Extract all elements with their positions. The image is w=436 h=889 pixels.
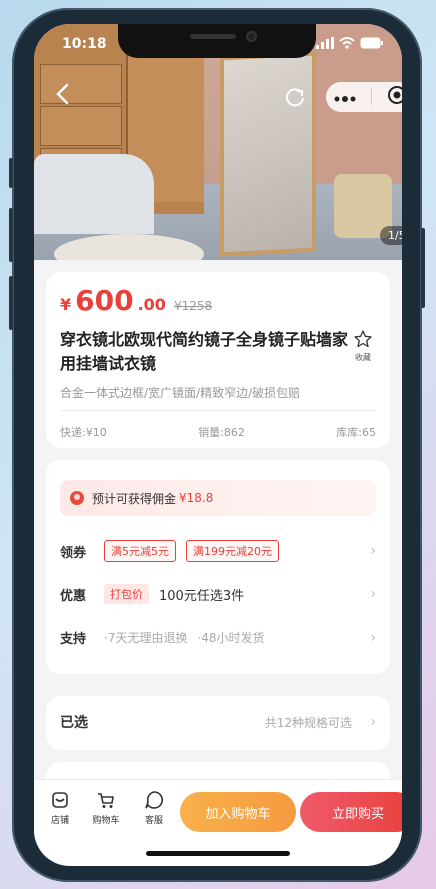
chevron-right-icon: › bbox=[370, 543, 376, 559]
promotions-card: 预计可获得佣金 ¥18.8 领券 满5元减5元 满199元减20元 › 优惠 打… bbox=[46, 460, 390, 674]
favorite-label: 收藏 bbox=[355, 353, 371, 362]
volume-up-button bbox=[9, 208, 13, 262]
drawer bbox=[40, 106, 122, 146]
star-icon bbox=[354, 330, 372, 348]
product-subtitle: 合金一体式边框/宽广镜面/精致窄边/破损包赔 bbox=[60, 386, 301, 400]
signal-icon bbox=[316, 37, 334, 49]
refresh-icon bbox=[286, 88, 304, 107]
coupon-tag[interactable]: 满199元减20元 bbox=[186, 540, 279, 562]
volume-down-button bbox=[9, 276, 13, 330]
front-camera bbox=[246, 31, 257, 42]
target-icon bbox=[387, 86, 402, 104]
selected-row[interactable]: 已选 共12种规格可选 › bbox=[60, 712, 376, 732]
coupon-tag[interactable]: 满5元减5元 bbox=[104, 540, 176, 562]
product-stats: 快递:¥10 销量:862 库库:65 bbox=[60, 424, 376, 440]
screen: 10:18 1/5 ¥ 600 .00 ¥1258 穿衣镜北欧现代简约镜子全身镜… bbox=[34, 24, 402, 866]
close-mini-program-button[interactable] bbox=[387, 85, 402, 109]
status-time: 10:18 bbox=[62, 36, 107, 52]
mini-program-capsule bbox=[326, 82, 402, 112]
price-integer: 600 bbox=[75, 284, 134, 317]
discount-tag: 打包价 bbox=[104, 584, 149, 604]
shop-label: 店铺 bbox=[50, 816, 69, 826]
commission-banner: 预计可获得佣金 ¥18.8 bbox=[60, 480, 376, 516]
chevron-right-icon: › bbox=[370, 629, 376, 646]
shipping-fee: 快递:¥10 bbox=[60, 426, 107, 439]
mirror bbox=[220, 51, 316, 257]
cart-label: 购物车 bbox=[92, 816, 120, 826]
sales-count: 销量:862 bbox=[198, 426, 245, 439]
refresh-button[interactable] bbox=[284, 86, 306, 112]
support-row[interactable]: 支持 ·7天无理由退换 ·48小时发货 › bbox=[60, 628, 376, 648]
more-button[interactable] bbox=[334, 88, 356, 107]
chevron-left-icon bbox=[56, 83, 69, 105]
shop-icon bbox=[52, 792, 68, 808]
spec-hint: 共12种规格可选 bbox=[264, 715, 352, 730]
capsule-divider bbox=[370, 89, 372, 105]
stock-count: 库库:65 bbox=[336, 426, 376, 439]
chevron-right-icon: › bbox=[370, 586, 376, 602]
power-button bbox=[421, 228, 425, 308]
price-symbol: ¥ bbox=[60, 295, 72, 314]
bed bbox=[34, 154, 154, 234]
mute-switch bbox=[9, 158, 13, 188]
cart-icon bbox=[98, 793, 114, 808]
battery-icon bbox=[360, 37, 383, 49]
coupon-label: 领券 bbox=[60, 545, 87, 561]
notch bbox=[118, 24, 316, 58]
discount-row[interactable]: 优惠 打包价 100元任选3件 › bbox=[60, 584, 376, 604]
coin-icon bbox=[70, 491, 84, 505]
discount-text: 100元任选3件 bbox=[159, 588, 245, 604]
product-image[interactable] bbox=[34, 24, 402, 260]
more-dots-icon bbox=[334, 95, 355, 102]
wifi-icon bbox=[339, 37, 355, 49]
original-price: ¥1258 bbox=[173, 299, 213, 313]
image-counter: 1/5 bbox=[380, 226, 402, 245]
product-title: 穿衣镜北欧现代简约镜子全身镜子贴墙家用挂墙试衣镜 bbox=[60, 330, 349, 373]
discount-label: 优惠 bbox=[60, 588, 87, 604]
favorite-button[interactable]: 收藏 bbox=[346, 330, 380, 363]
chevron-right-icon: › bbox=[370, 714, 376, 730]
support-item: ·7天无理由退换 bbox=[104, 631, 188, 645]
support-label: 支持 bbox=[60, 632, 87, 647]
support-item: ·48小时发货 bbox=[197, 631, 265, 645]
commission-text: 预计可获得佣金 bbox=[92, 491, 177, 506]
coupon-row[interactable]: 领券 满5元减5元 满199元减20元 › bbox=[60, 540, 376, 562]
price-decimal: .00 bbox=[137, 295, 166, 314]
service-button[interactable]: 客服 bbox=[134, 790, 174, 826]
service-label: 客服 bbox=[144, 816, 163, 826]
product-info-card: ¥ 600 .00 ¥1258 穿衣镜北欧现代简约镜子全身镜子贴墙家用挂墙试衣镜… bbox=[46, 272, 390, 448]
status-icons bbox=[316, 37, 384, 49]
shop-button[interactable]: 店铺 bbox=[40, 790, 80, 826]
buy-now-button[interactable]: 立即购买 bbox=[300, 792, 402, 832]
divider bbox=[60, 410, 376, 411]
chat-icon bbox=[145, 791, 163, 809]
spec-select-card[interactable]: 已选 共12种规格可选 › bbox=[46, 696, 390, 750]
back-button[interactable] bbox=[48, 82, 78, 112]
add-to-cart-button[interactable]: 加入购物车 bbox=[180, 792, 296, 832]
cart-button[interactable]: 购物车 bbox=[86, 790, 126, 826]
speaker bbox=[190, 34, 236, 39]
bottom-action-bar: 店铺 购物车 客服 加入购物车 立即购买 bbox=[34, 779, 402, 866]
selected-label: 已选 bbox=[60, 715, 88, 731]
price: ¥ 600 .00 ¥1258 bbox=[60, 284, 212, 317]
home-indicator bbox=[146, 851, 290, 856]
commission-amount: ¥18.8 bbox=[179, 491, 214, 505]
